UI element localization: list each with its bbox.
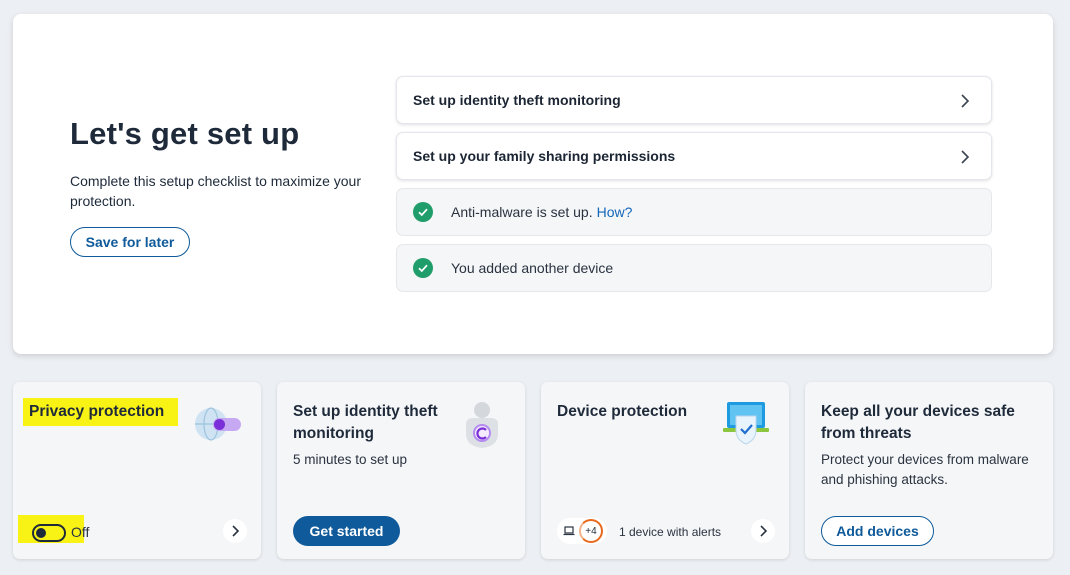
toggle-knob (36, 528, 46, 538)
checklist-item-family-sharing[interactable]: Set up your family sharing permissions (396, 132, 992, 180)
identity-monitoring-tile[interactable]: Set up identity theft monitoring 5 minut… (277, 382, 525, 559)
tile-title: Privacy protection (29, 403, 165, 420)
globe-toggle-icon (195, 407, 241, 441)
setup-description: Complete this setup checklist to maximiz… (70, 173, 361, 209)
chevron-right-icon (961, 150, 970, 164)
laptop-icon (563, 526, 575, 536)
identity-shield-icon (466, 402, 498, 448)
device-protection-tile[interactable]: Device protection +4 1 device with alert… (541, 382, 789, 559)
add-devices-button[interactable]: Add devices (821, 516, 934, 546)
setup-title: Let's get set up (70, 116, 300, 151)
checklist-item-label: Anti-malware is set up. (451, 204, 593, 220)
alert-count-badge: +4 (579, 519, 603, 543)
tile-chevron-button[interactable] (223, 519, 247, 543)
tile-chevron-button[interactable] (751, 519, 775, 543)
privacy-protection-tile[interactable]: Privacy protection Off (13, 382, 261, 559)
how-link[interactable]: How? (597, 204, 633, 220)
tile-subtitle: 5 minutes to set up (293, 452, 408, 467)
toggle-state-label: Off (71, 524, 90, 540)
get-started-button[interactable]: Get started (293, 516, 400, 546)
tile-title: Device protection (557, 403, 688, 420)
checklist-item-anti-malware: Anti-malware is set up. How? (396, 188, 992, 236)
checklist-item-identity-monitoring[interactable]: Set up identity theft monitoring (396, 76, 992, 124)
privacy-toggle[interactable] (32, 524, 66, 542)
checklist-item-label: Set up your family sharing permissions (413, 148, 676, 164)
device-alert-chip[interactable]: +4 (557, 518, 607, 544)
tile-subtitle: Protect your devices from malware and ph… (821, 452, 1029, 487)
checkmark-circle-icon (413, 202, 433, 222)
alert-summary: 1 device with alerts (619, 525, 722, 539)
devices-safe-tile[interactable]: Keep all your devices safe from threats … (805, 382, 1053, 559)
checklist-item-label: You added another device (451, 260, 614, 276)
tile-title: Set up identity theft monitoring (293, 403, 438, 442)
chevron-right-icon (760, 525, 768, 537)
checklist-item-label: Set up identity theft monitoring (413, 92, 621, 108)
chevron-right-icon (961, 94, 970, 108)
checklist-item-added-device: You added another device (396, 244, 992, 292)
laptop-shield-icon (723, 402, 769, 445)
checkmark-circle-icon (413, 258, 433, 278)
chevron-right-icon (232, 525, 240, 537)
setup-checklist-card: Let's get set up Complete this setup che… (13, 14, 1053, 354)
save-for-later-button[interactable]: Save for later (70, 227, 190, 257)
tile-title: Keep all your devices safe from threats (821, 403, 1015, 442)
